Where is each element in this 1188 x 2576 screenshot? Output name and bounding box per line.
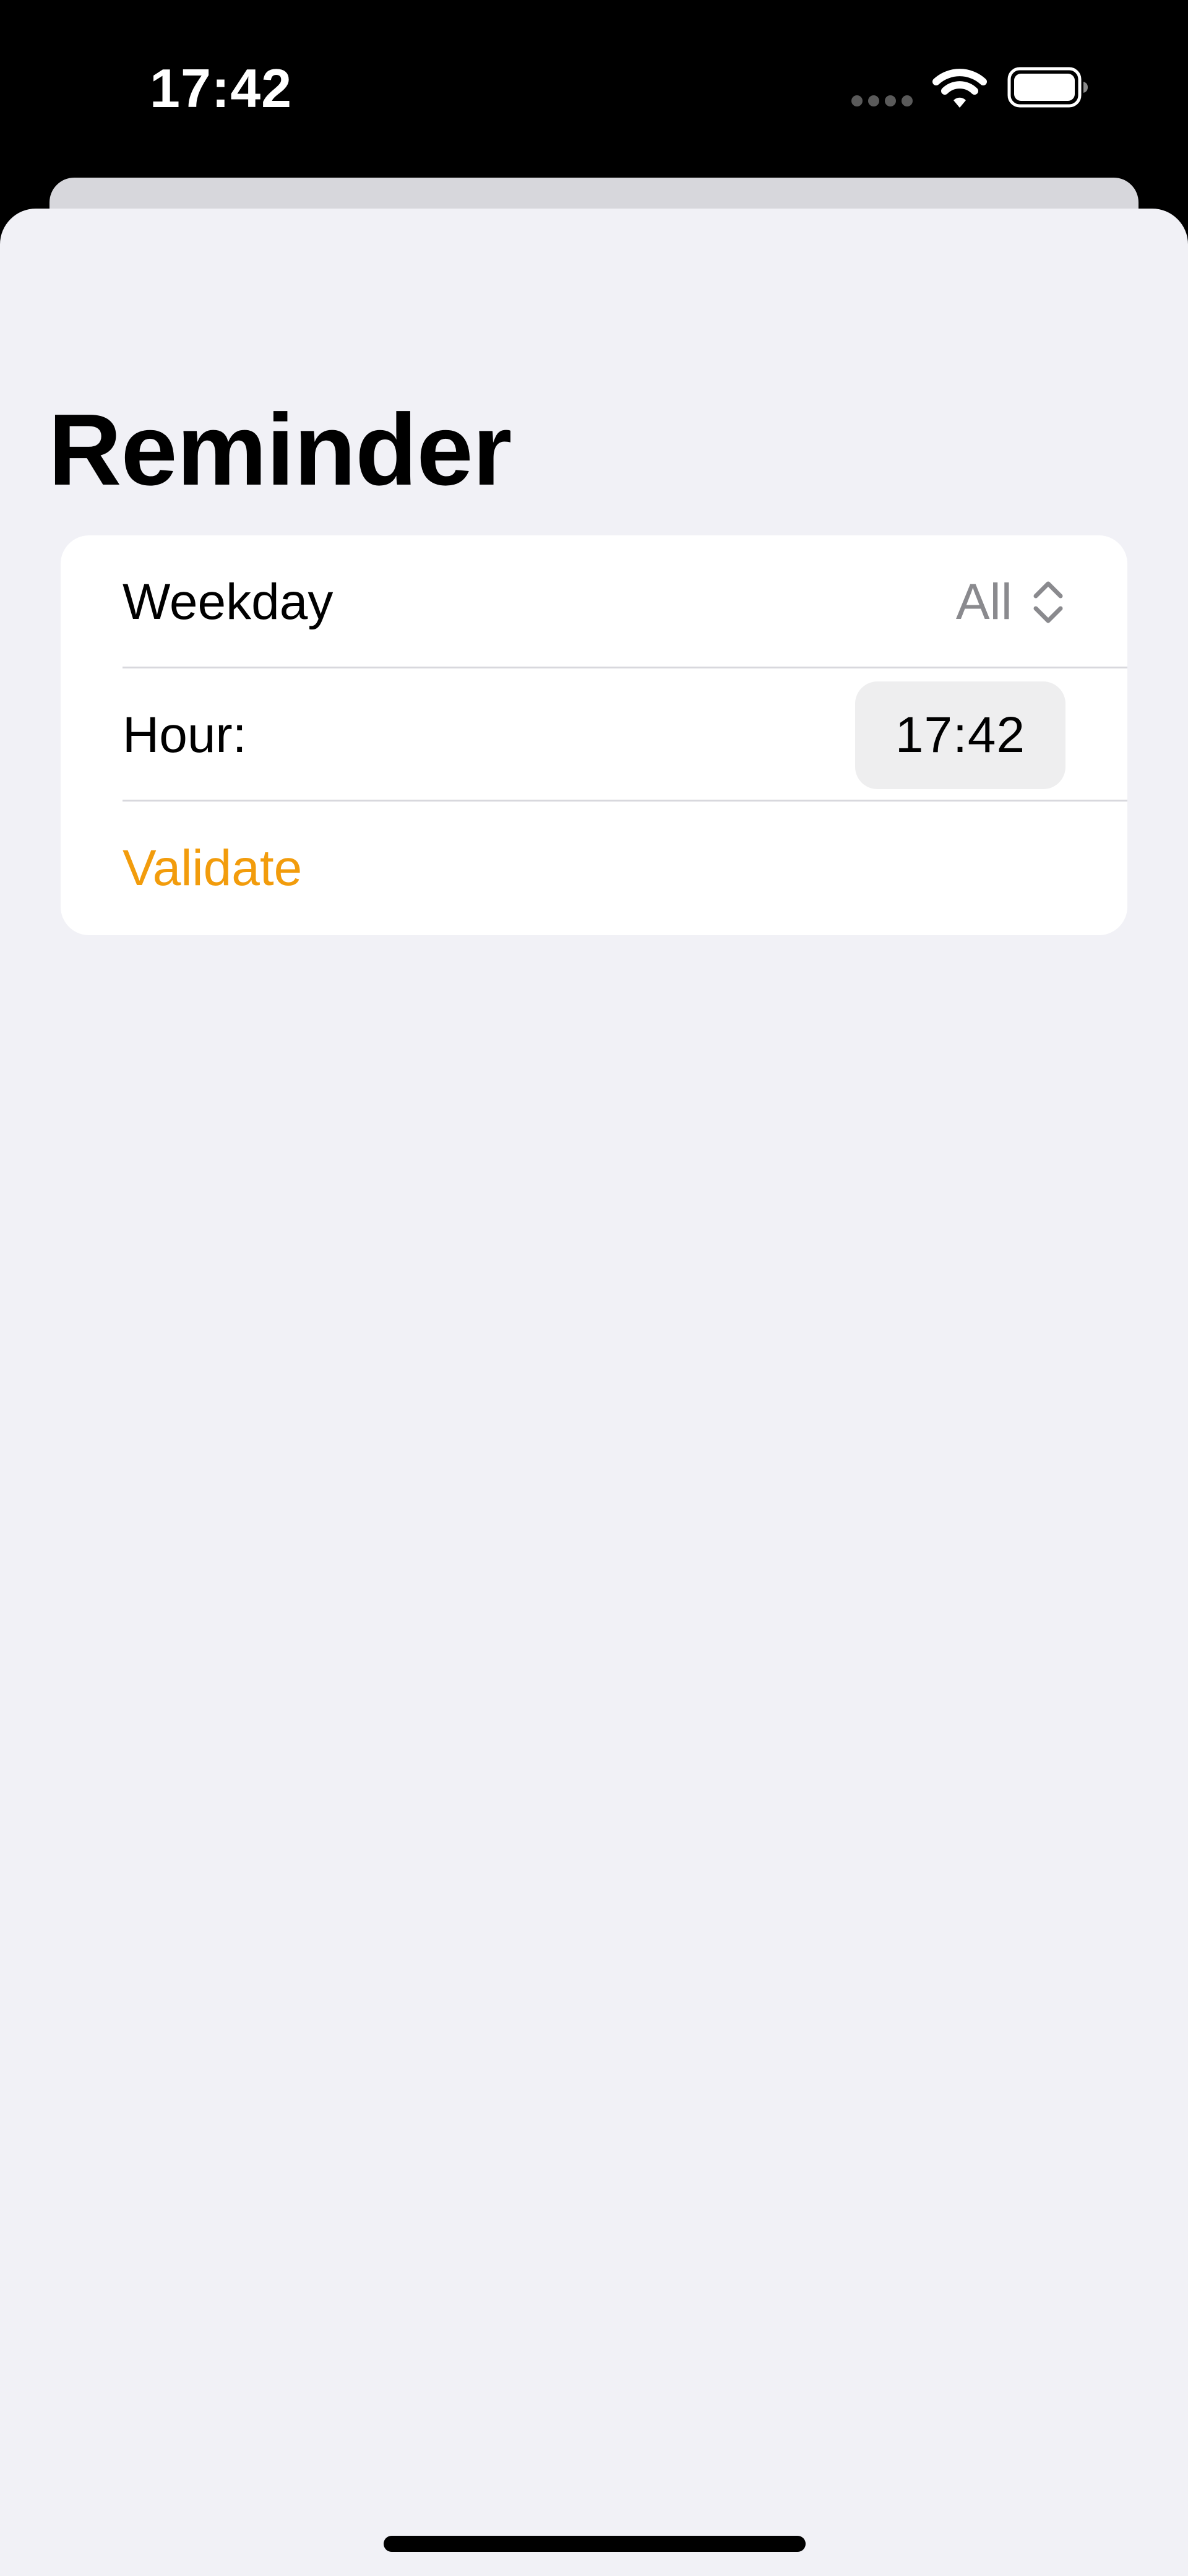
wifi-icon bbox=[932, 69, 987, 108]
weekday-label: Weekday bbox=[123, 573, 334, 630]
home-indicator[interactable] bbox=[384, 2536, 806, 2552]
battery-icon bbox=[1007, 67, 1088, 108]
validate-button[interactable]: Validate bbox=[123, 839, 302, 897]
reminder-form: Weekday All Hour: 17:42 Validate bbox=[61, 535, 1127, 935]
weekday-picker-value[interactable]: All bbox=[956, 573, 1012, 631]
weekday-picker-row[interactable]: Weekday All bbox=[61, 535, 1127, 668]
reminder-sheet: Reminder Weekday All Hour: 17:42 Validat… bbox=[0, 209, 1188, 2576]
app-screen: 17:42 Reminder Weekday All Hour: 17:42 V… bbox=[0, 0, 1188, 2576]
chevron-up-down-icon[interactable] bbox=[1031, 579, 1065, 626]
page-title: Reminder bbox=[48, 393, 512, 506]
cellular-dots-icon bbox=[851, 95, 913, 108]
validate-row[interactable]: Validate bbox=[61, 802, 1127, 935]
hour-label: Hour: bbox=[123, 706, 247, 763]
hour-time-picker[interactable]: 17:42 bbox=[855, 681, 1065, 789]
status-bar: 17:42 bbox=[0, 0, 1188, 179]
hour-picker-row: Hour: 17:42 bbox=[61, 668, 1127, 802]
status-time: 17:42 bbox=[150, 58, 293, 119]
